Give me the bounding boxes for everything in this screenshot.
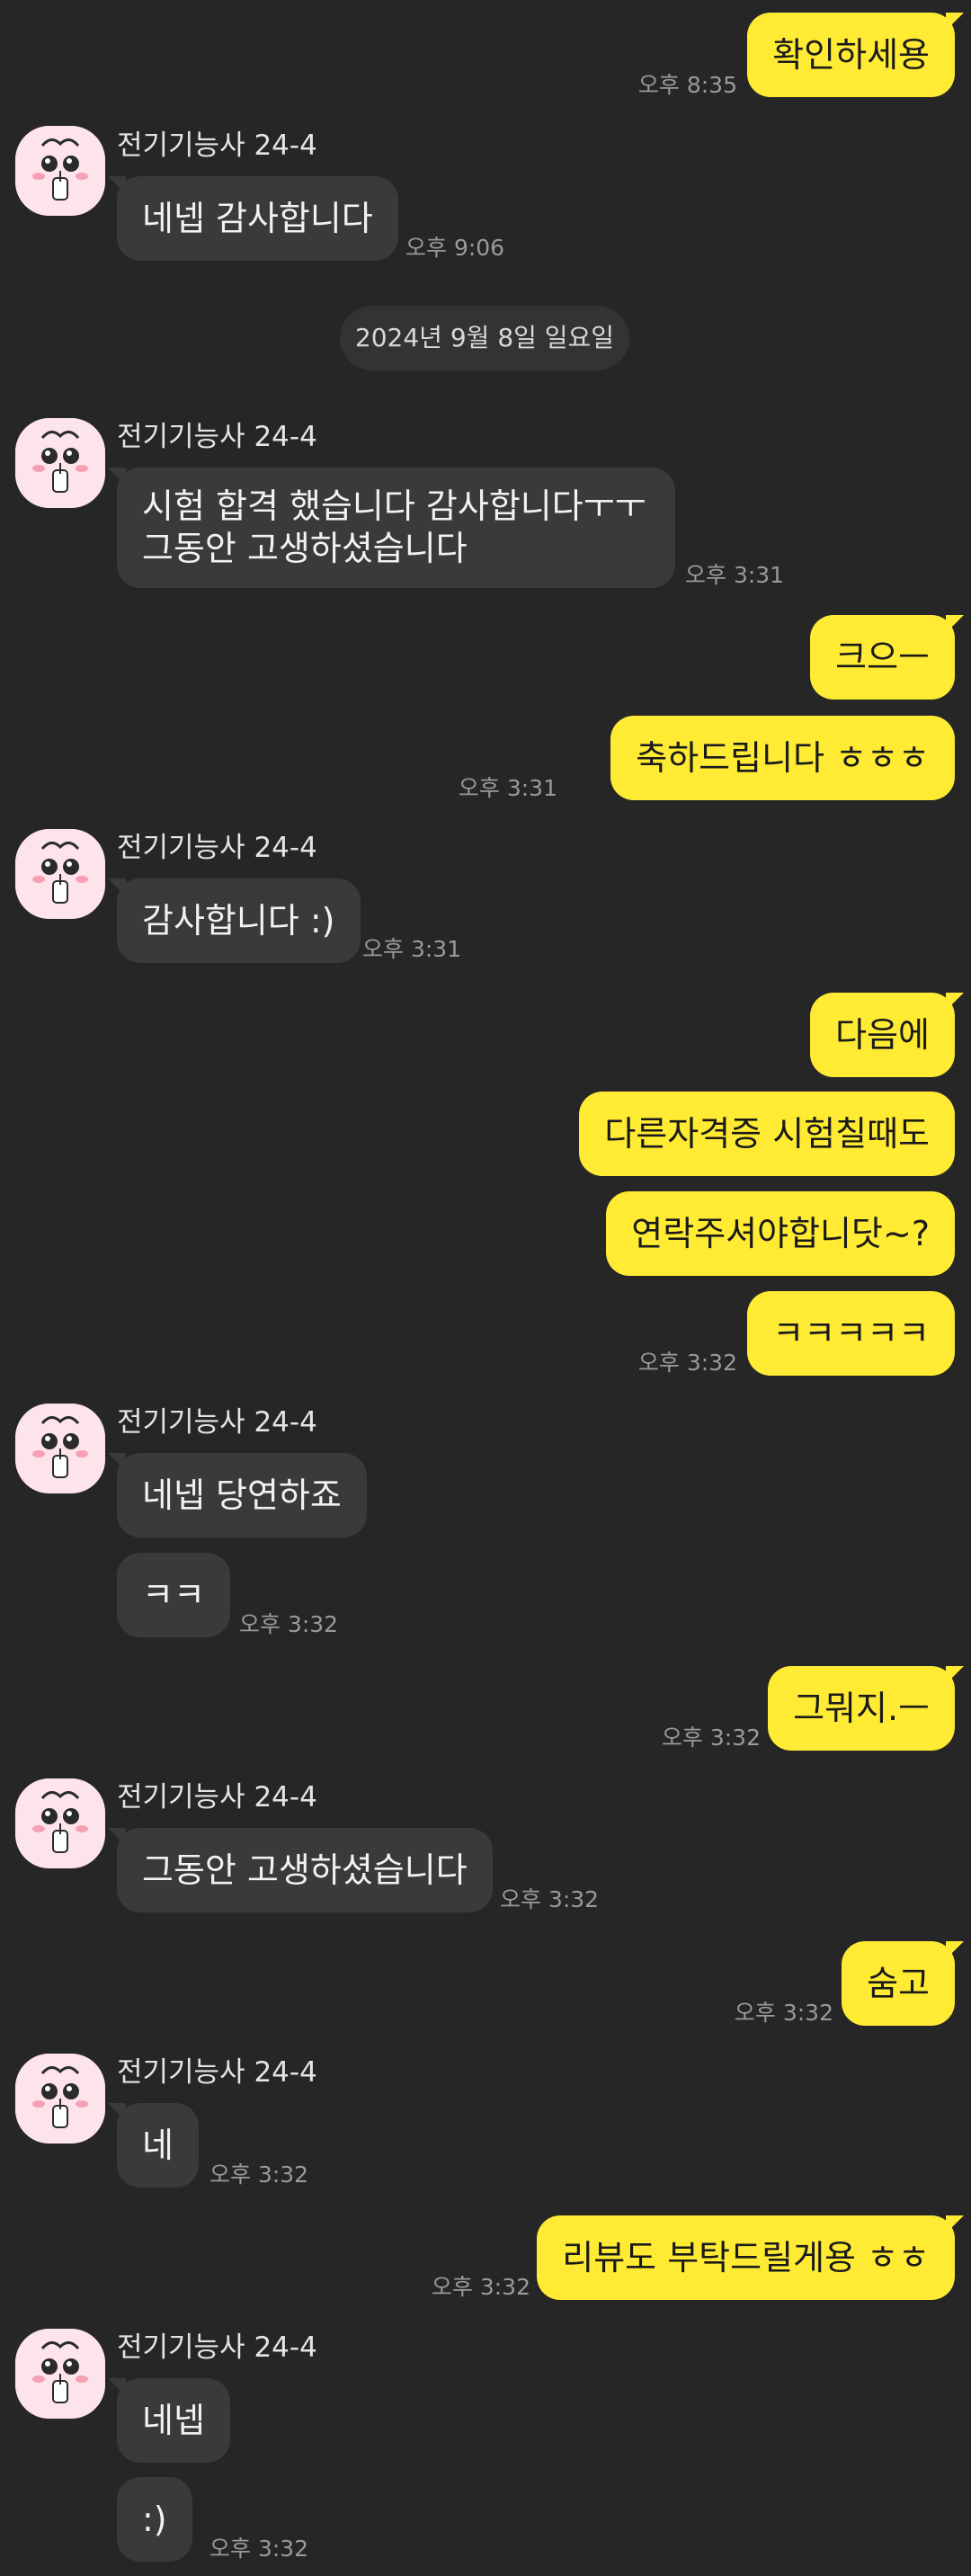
sender-name: 전기기능사 24-4 <box>117 1406 317 1439</box>
outgoing-message[interactable]: 확인하세용 <box>747 13 964 97</box>
peach-character-icon <box>15 829 105 919</box>
sender-name: 전기기능사 24-4 <box>117 421 317 453</box>
peach-character-icon <box>15 126 105 216</box>
outgoing-message[interactable]: 크으ㅡ <box>810 615 964 700</box>
sender-avatar[interactable] <box>15 829 105 919</box>
sender-name: 전기기능사 24-4 <box>117 2331 317 2364</box>
outgoing-message[interactable]: 리뷰도 부탁드릴게용 ㅎㅎ <box>537 2215 964 2300</box>
incoming-message[interactable]: 네넵 당연하죠 <box>108 1453 367 1538</box>
incoming-message[interactable]: 시험 합격 했습니다 감사합니다ㅜㅜ 그동안 고생하셨습니다 <box>108 468 675 588</box>
sender-avatar[interactable] <box>15 1778 105 1868</box>
message-time: 오후 3:32 <box>637 1350 737 1376</box>
sender-avatar[interactable] <box>15 2054 105 2144</box>
message-time: 오후 3:32 <box>734 2000 833 2026</box>
outgoing-message[interactable]: 다른자격증 시험칠때도 <box>579 1092 955 1176</box>
message-time: 오후 3:32 <box>239 1611 339 1637</box>
outgoing-message[interactable]: 다음에 <box>810 993 964 1077</box>
sender-name: 전기기능사 24-4 <box>117 832 317 864</box>
message-time: 오후 3:32 <box>209 2162 309 2188</box>
sender-name: 전기기능사 24-4 <box>117 129 317 162</box>
incoming-message[interactable]: 네넵 <box>108 2378 230 2463</box>
sender-avatar[interactable] <box>15 2329 105 2419</box>
message-time: 오후 3:32 <box>209 2536 309 2562</box>
peach-character-icon <box>15 2329 105 2419</box>
message-time: 오후 3:31 <box>458 775 557 801</box>
outgoing-message[interactable]: 축하드립니다 ㅎㅎㅎ <box>610 716 955 800</box>
peach-character-icon <box>15 1778 105 1868</box>
incoming-message[interactable]: 네 <box>108 2103 199 2188</box>
sender-name: 전기기능사 24-4 <box>117 2056 317 2089</box>
message-time: 오후 3:31 <box>685 562 785 588</box>
outgoing-message[interactable]: ㅋㅋㅋㅋㅋ <box>747 1291 955 1376</box>
message-time: 오후 8:35 <box>637 72 737 98</box>
message-time: 오후 3:32 <box>500 1886 600 1912</box>
incoming-message[interactable]: 감사합니다 :) <box>108 878 361 963</box>
message-time: 오후 3:32 <box>661 1725 761 1751</box>
message-time: 오후 9:06 <box>405 235 505 261</box>
peach-character-icon <box>15 1404 105 1493</box>
outgoing-message[interactable]: 연락주셔야합니닷~? <box>606 1191 955 1276</box>
sender-avatar[interactable] <box>15 418 105 508</box>
outgoing-message[interactable]: 숨고 <box>842 1941 964 2026</box>
message-time: 오후 3:31 <box>362 936 462 962</box>
outgoing-message[interactable]: 그뭐지.ㅡ <box>768 1666 964 1751</box>
message-time: 오후 3:32 <box>431 2274 530 2300</box>
sender-avatar[interactable] <box>15 1404 105 1493</box>
incoming-message[interactable]: 그동안 고생하셨습니다 <box>108 1828 493 1912</box>
date-divider: 2024년 9월 8일 일요일 <box>340 306 629 370</box>
incoming-message[interactable]: :) <box>117 2477 192 2562</box>
incoming-message[interactable]: ㅋㅋ <box>117 1553 230 1637</box>
sender-name: 전기기능사 24-4 <box>117 1781 317 1814</box>
sender-avatar[interactable] <box>15 126 105 216</box>
peach-character-icon <box>15 418 105 508</box>
incoming-message[interactable]: 네넵 감사합니다 <box>108 176 398 261</box>
peach-character-icon <box>15 2054 105 2144</box>
